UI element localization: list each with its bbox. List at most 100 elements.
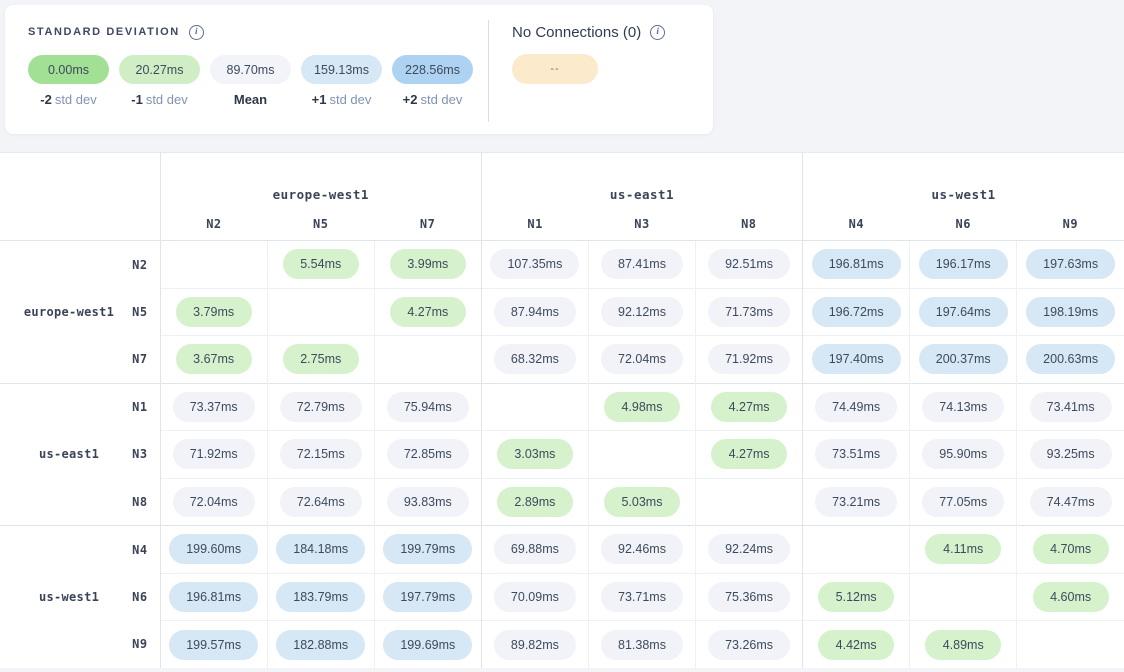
latency-chip[interactable]: 87.94ms (494, 297, 576, 327)
latency-chip[interactable]: 196.72ms (812, 297, 901, 327)
latency-chip[interactable]: 93.83ms (387, 487, 469, 517)
latency-chip[interactable]: 72.15ms (280, 439, 362, 469)
latency-chip[interactable]: 95.90ms (922, 439, 1004, 469)
latency-chip[interactable]: 92.46ms (601, 534, 683, 564)
latency-chip[interactable]: 92.12ms (601, 297, 683, 327)
latency-chip[interactable]: 81.38ms (601, 630, 683, 660)
latency-chip[interactable]: 74.13ms (922, 392, 1004, 422)
latency-chip[interactable]: 3.67ms (176, 344, 252, 374)
latency-chip[interactable]: 3.79ms (176, 297, 252, 327)
latency-chip[interactable]: 74.47ms (1030, 487, 1112, 517)
latency-chip[interactable]: 198.19ms (1026, 297, 1115, 327)
latency-chip[interactable]: 72.04ms (173, 487, 255, 517)
latency-chip[interactable]: 200.37ms (919, 344, 1008, 374)
latency-chip[interactable]: 69.88ms (494, 534, 576, 564)
legend-label: -1std dev (131, 92, 187, 107)
latency-chip[interactable]: 68.32ms (494, 344, 576, 374)
latency-chip[interactable]: 3.99ms (390, 249, 466, 279)
info-icon[interactable]: i (189, 25, 204, 40)
latency-chip[interactable]: 107.35ms (490, 249, 579, 279)
latency-cell: 4.89ms (910, 621, 1017, 669)
latency-chip[interactable]: 71.73ms (708, 297, 790, 327)
latency-chip[interactable]: 73.41ms (1030, 392, 1112, 422)
latency-chip[interactable]: 184.18ms (276, 534, 365, 564)
latency-chip[interactable]: 92.24ms (708, 534, 790, 564)
latency-chip[interactable]: 73.71ms (601, 582, 683, 612)
latency-chip[interactable]: 4.60ms (1033, 582, 1109, 612)
latency-cell: 72.04ms (160, 478, 267, 526)
latency-chip[interactable]: 72.85ms (387, 439, 469, 469)
latency-chip[interactable]: 4.27ms (711, 439, 787, 469)
latency-chip[interactable]: 4.70ms (1033, 534, 1109, 564)
latency-chip[interactable]: 75.36ms (708, 582, 790, 612)
legend-label: +1std dev (312, 92, 372, 107)
latency-cell: 198.19ms (1017, 288, 1124, 336)
latency-chip[interactable]: 75.94ms (387, 392, 469, 422)
latency-chip[interactable]: 197.79ms (383, 582, 472, 612)
latency-chip[interactable]: 72.64ms (280, 487, 362, 517)
latency-chip[interactable]: 73.37ms (173, 392, 255, 422)
legend-label-rest: std dev (329, 92, 371, 107)
legend-label-rest: std dev (55, 92, 97, 107)
latency-cell: 89.82ms (481, 621, 588, 669)
latency-chip[interactable]: 197.40ms (812, 344, 901, 374)
latency-chip[interactable]: 73.21ms (815, 487, 897, 517)
latency-chip[interactable]: 93.25ms (1030, 439, 1112, 469)
legend-item: 159.13ms+1std dev (301, 55, 382, 107)
latency-chip[interactable]: 77.05ms (922, 487, 1004, 517)
latency-chip[interactable]: 4.27ms (711, 392, 787, 422)
latency-chip[interactable]: 199.79ms (383, 534, 472, 564)
row-region-label-us-east1: us-east1 (0, 383, 118, 526)
latency-chip[interactable]: 200.63ms (1026, 344, 1115, 374)
latency-chip[interactable]: 4.89ms (925, 630, 1001, 660)
latency-chip[interactable]: 4.98ms (604, 392, 680, 422)
latency-chip[interactable]: 199.69ms (383, 630, 472, 660)
latency-chip[interactable]: 197.63ms (1026, 249, 1115, 279)
latency-chip[interactable]: 74.49ms (815, 392, 897, 422)
latency-cell: 73.71ms (588, 573, 695, 621)
latency-cell: 196.17ms (910, 241, 1017, 289)
latency-cell: 196.81ms (160, 573, 267, 621)
latency-chip[interactable]: 70.09ms (494, 582, 576, 612)
latency-chip[interactable]: 183.79ms (276, 582, 365, 612)
latency-chip[interactable]: 197.64ms (919, 297, 1008, 327)
latency-chip[interactable]: 3.03ms (497, 439, 573, 469)
legend-item: 0.00ms-2std dev (28, 55, 109, 107)
legend-chip: 0.00ms (28, 55, 109, 84)
latency-chip[interactable]: 72.79ms (280, 392, 362, 422)
matrix-row-N3: N371.92ms72.15ms72.85ms3.03ms4.27ms73.51… (0, 431, 1124, 479)
column-node-header-N1: N1 (481, 209, 588, 241)
latency-chip[interactable]: 92.51ms (708, 249, 790, 279)
info-icon[interactable]: i (650, 25, 665, 40)
legend-label-bold: +2 (403, 92, 418, 107)
legend-label-rest: std dev (146, 92, 188, 107)
latency-chip[interactable]: 71.92ms (173, 439, 255, 469)
latency-chip[interactable]: 199.57ms (169, 630, 258, 660)
latency-chip[interactable]: 73.26ms (708, 630, 790, 660)
latency-chip[interactable]: 199.60ms (169, 534, 258, 564)
latency-chip[interactable]: 5.54ms (283, 249, 359, 279)
latency-chip[interactable]: 87.41ms (601, 249, 683, 279)
latency-chip[interactable]: 73.51ms (815, 439, 897, 469)
latency-cell: 81.38ms (588, 621, 695, 669)
latency-chip[interactable]: 182.88ms (276, 630, 365, 660)
latency-chip[interactable]: 196.17ms (919, 249, 1008, 279)
latency-chip[interactable]: 4.27ms (390, 297, 466, 327)
latency-chip[interactable]: 2.89ms (497, 487, 573, 517)
latency-cell: 72.15ms (267, 431, 374, 479)
latency-chip[interactable]: 4.11ms (925, 534, 1001, 564)
latency-chip[interactable]: 196.81ms (169, 582, 258, 612)
latency-chip[interactable]: 5.03ms (604, 487, 680, 517)
latency-chip[interactable]: 89.82ms (494, 630, 576, 660)
latency-chip[interactable]: 71.92ms (708, 344, 790, 374)
row-node-label-N1: N1 (118, 383, 160, 431)
latency-chip[interactable]: 4.42ms (818, 630, 894, 660)
latency-cell: 199.79ms (374, 526, 481, 574)
column-node-header-N3: N3 (588, 209, 695, 241)
latency-chip[interactable]: 196.81ms (812, 249, 901, 279)
latency-chip[interactable]: 2.75ms (283, 344, 359, 374)
latency-cell: 107.35ms (481, 241, 588, 289)
latency-chip[interactable]: 72.04ms (601, 344, 683, 374)
row-node-label-N6: N6 (118, 573, 160, 621)
latency-chip[interactable]: 5.12ms (818, 582, 894, 612)
